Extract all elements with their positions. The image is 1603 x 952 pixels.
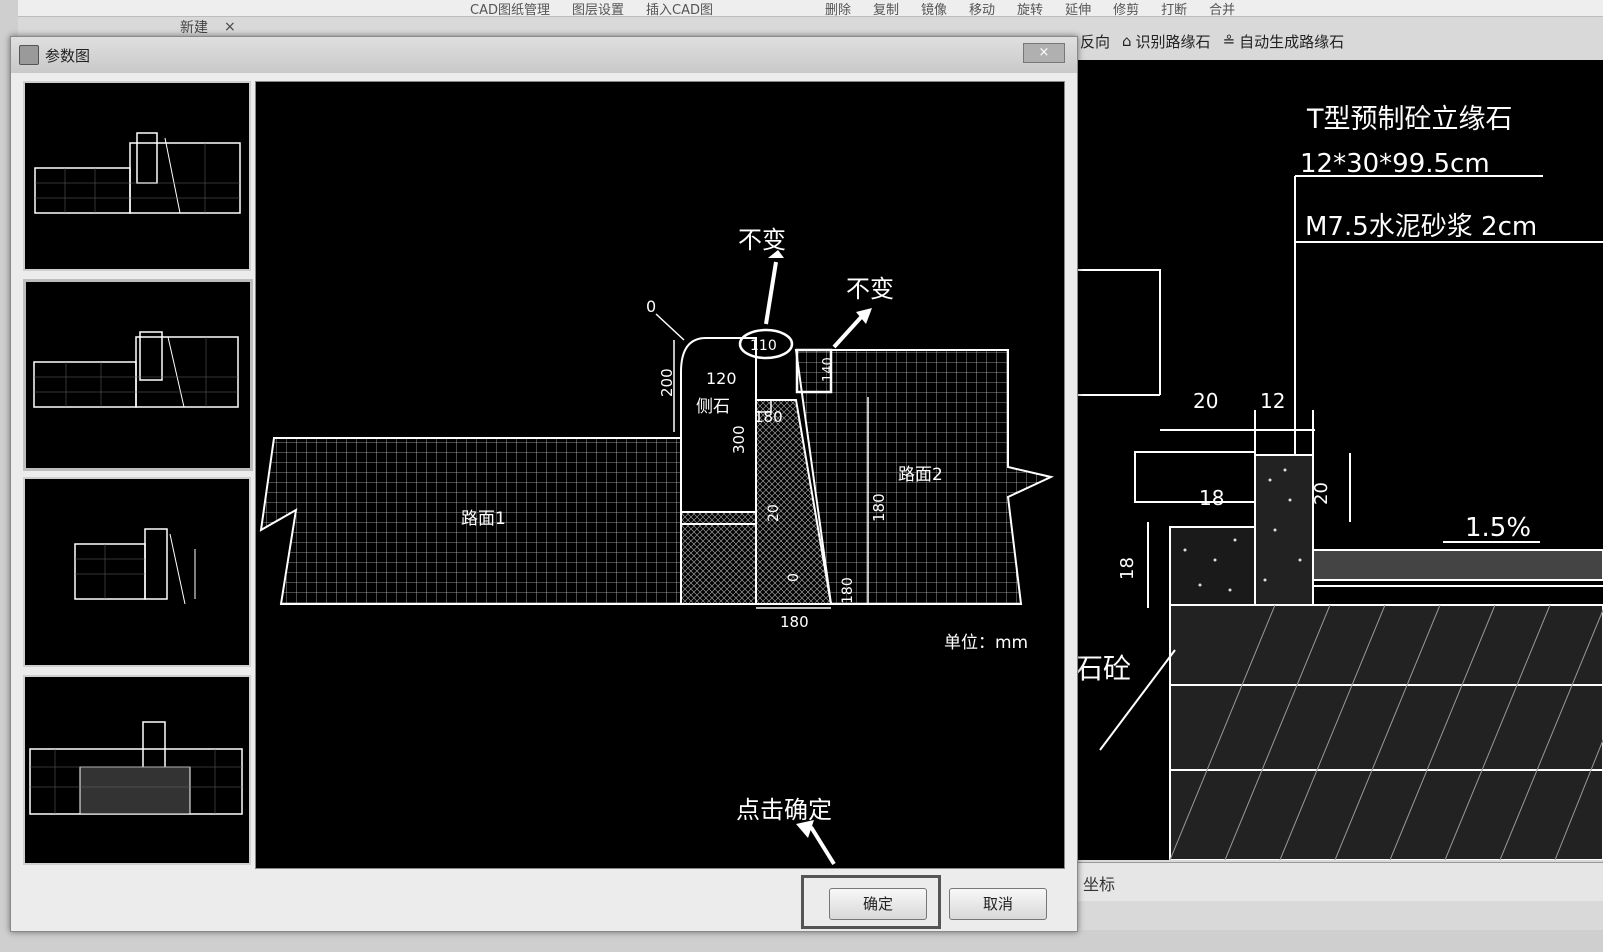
slope-text: 1.5% [1465,513,1531,543]
thumbnail-list [21,81,253,865]
menu-rotate[interactable]: 旋转 [1017,0,1043,18]
new-button[interactable]: 新建 [180,17,208,37]
curb-size-text: 12*30*99.5cm [1300,149,1490,179]
cad-drawing-right: T型预制砼立缘石 12*30*99.5cm M7.5水泥砂浆 2cm 20 12… [1075,104,1603,860]
dim-120: 120 [706,369,737,388]
menu-break[interactable]: 打断 [1161,0,1187,18]
menu-extend[interactable]: 延伸 [1065,0,1091,18]
unit-label: 单位：mm [944,633,1028,653]
menu-cad-manage[interactable]: CAD图纸管理 [470,0,550,18]
dialog-app-icon [19,45,39,65]
bottom-strip [0,930,1603,952]
curb-toolbar: 反向 ⌂ 识别路缘石 ≗ 自动生成路缘石 [1080,24,1344,58]
ok-button[interactable]: 确定 [829,888,927,920]
menu-mirror[interactable]: 镜像 [921,0,947,18]
top-menu: CAD图纸管理 图层设置 插入CAD图 删除 复制 镜像 移动 旋转 延伸 修剪… [470,0,1235,18]
thumbnail-2-drawing [33,331,239,408]
dim-12-h: 12 [1260,389,1285,413]
menu-delete[interactable]: 删除 [825,0,851,18]
thumbnail-3[interactable] [23,477,251,667]
dim-20-v: 20 [1311,482,1332,505]
parameter-drawing-canvas[interactable]: 0 200 110 140 120 侧石 300 180 20 0 180 18… [255,81,1065,869]
reverse-button[interactable]: 反向 [1080,31,1110,52]
dim-180-bottom: 180 [780,613,809,631]
dim-0-lower: 0 [786,573,802,582]
status-bar: 坐标 [1075,862,1603,901]
identify-curb-button[interactable]: ⌂ 识别路缘石 [1122,31,1211,52]
menu-layer-settings[interactable]: 图层设置 [572,0,624,18]
dim-0: 0 [646,297,656,316]
dim-180-top: 180 [754,408,783,426]
parameter-drawing: 0 200 110 140 120 侧石 300 180 20 0 180 18… [259,226,1055,866]
concrete-label: 石砼 [1075,652,1131,685]
dim-18-v: 18 [1117,557,1138,580]
dim-20-h: 20 [1193,389,1218,413]
menu-move[interactable]: 移动 [969,0,995,18]
coordinate-label: 坐标 [1083,875,1116,894]
dim-180-right: 180 [870,493,888,522]
dim-140: 140 [821,357,836,382]
identify-curb-label: 识别路缘石 [1135,32,1211,51]
dim-300: 300 [730,425,748,454]
dialog-titlebar[interactable]: 参数图 × [11,37,1077,73]
menu-trim[interactable]: 修剪 [1113,0,1139,18]
menu-merge[interactable]: 合并 [1209,0,1235,18]
auto-generate-curb-button[interactable]: ≗ 自动生成路缘石 [1223,31,1345,52]
pavement-2-label: 路面2 [898,465,943,485]
curb-title-text: T型预制砼立缘石 [1306,104,1513,135]
thumbnail-2[interactable] [23,279,253,471]
cad-canvas-right[interactable]: T型预制砼立缘石 12*30*99.5cm M7.5水泥砂浆 2cm 20 12… [1075,60,1603,860]
curb-icon: ⌂ [1122,32,1132,50]
pavement-1-label: 路面1 [461,509,506,529]
mortar-text: M7.5水泥砂浆 2cm [1305,212,1537,242]
auto-generate-label: 自动生成路缘石 [1239,32,1345,51]
dim-18-h: 18 [1199,486,1224,510]
dim-180-bottom-v: 180 [840,577,856,604]
cancel-button[interactable]: 取消 [949,888,1047,920]
thumbnail-1[interactable] [23,81,251,271]
unchanged-annotation-1: 不变 [738,226,786,254]
left-toolbar: 新建 × [180,16,236,38]
delete-x-button[interactable]: × [224,19,236,35]
dim-20: 20 [766,504,782,522]
thumbnail-4-drawing [29,721,243,815]
thumbnail-4[interactable] [23,675,251,865]
reverse-label: 反向 [1080,32,1111,51]
generate-icon: ≗ [1222,32,1236,50]
menu-insert-cad[interactable]: 插入CAD图 [646,0,713,18]
dialog-title: 参数图 [45,47,91,65]
parameter-dialog: 参数图 × 0 200 110 140 120 侧石 300 180 20 0 … [10,36,1078,932]
unchanged-annotation-2: 不变 [846,275,894,303]
click-ok-annotation: 点击确定 [736,796,832,824]
curb-stone-label: 侧石 [696,397,730,417]
close-button[interactable]: × [1023,43,1065,63]
thumbnail-1-drawing [34,132,241,214]
dim-110: 110 [750,338,777,354]
thumbnail-3-drawing [74,528,196,605]
menu-copy[interactable]: 复制 [873,0,899,18]
